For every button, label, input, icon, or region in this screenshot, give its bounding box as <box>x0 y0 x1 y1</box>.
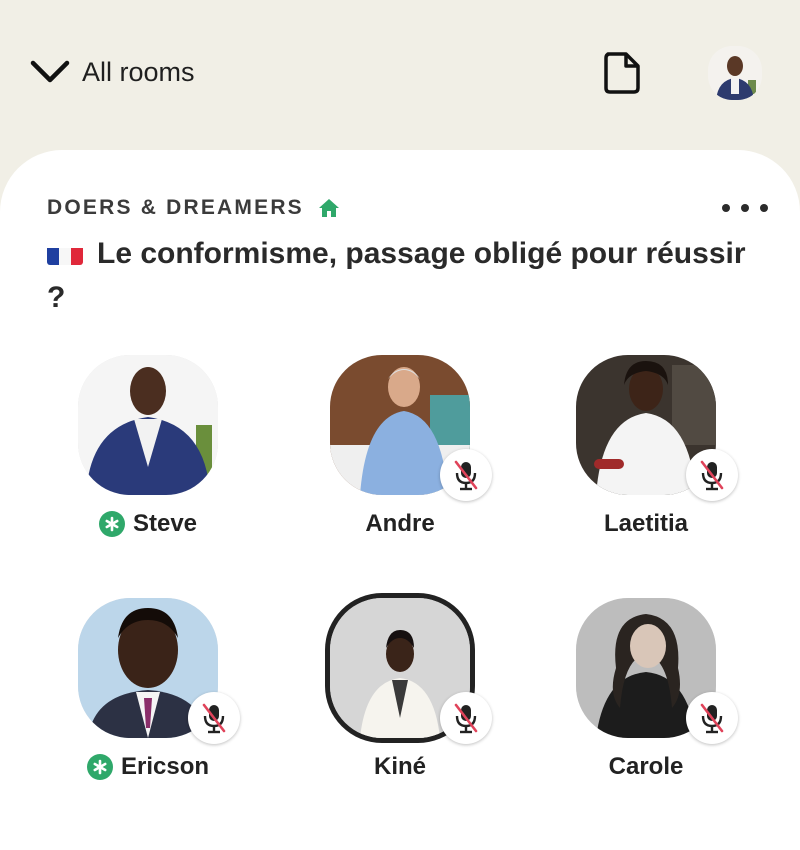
speaker-name: Ericson <box>48 753 248 781</box>
speaker-name: Laetitia <box>546 510 746 538</box>
speaker-andre[interactable]: Andre <box>300 355 500 575</box>
speaker-name: Carole <box>546 753 746 781</box>
chevron-down-icon <box>30 52 70 92</box>
club-header[interactable]: DOERS & DREAMERS <box>47 196 342 220</box>
speaker-laetitia[interactable]: Laetitia <box>546 355 746 575</box>
top-bar: All rooms <box>0 0 800 150</box>
muted-microphone-icon <box>440 692 492 744</box>
speaker-name-text: Laetitia <box>603 510 689 537</box>
speaker-avatar <box>78 355 218 495</box>
speaker-carole[interactable]: Carole <box>546 598 746 818</box>
more-dot <box>722 204 730 212</box>
speaker-kine[interactable]: Kiné <box>300 598 500 818</box>
room-title-text: Le conformisme, passage obligé pour réus… <box>47 237 746 314</box>
muted-microphone-icon <box>188 692 240 744</box>
avatar[interactable] <box>708 46 762 100</box>
speaker-steve[interactable]: Steve <box>48 355 248 575</box>
moderator-badge-icon <box>98 511 125 537</box>
room-title: Le conformisme, passage obligé pour réus… <box>47 232 747 320</box>
speaker-ericson[interactable]: Ericson <box>48 598 248 818</box>
speaker-name-text: Ericson <box>120 753 210 780</box>
muted-microphone-icon <box>686 692 738 744</box>
speaker-name: Andre <box>300 510 500 538</box>
speaker-name-text: Carole <box>608 753 684 780</box>
home-icon <box>318 197 342 219</box>
more-dot <box>741 204 749 212</box>
moderator-badge-icon <box>86 754 113 780</box>
club-name: DOERS & DREAMERS <box>47 196 304 219</box>
speaker-name-text: Kiné <box>373 753 426 780</box>
muted-microphone-icon <box>686 449 738 501</box>
speaker-name: Steve <box>48 510 248 538</box>
france-flag-icon <box>47 241 83 265</box>
muted-microphone-icon <box>440 449 492 501</box>
speaker-name-text: Andre <box>365 510 435 537</box>
document-icon[interactable] <box>600 50 644 96</box>
more-icon[interactable] <box>722 198 768 218</box>
speaker-name: Kiné <box>300 753 500 781</box>
more-dot <box>760 204 768 212</box>
all-rooms-label: All rooms <box>82 56 195 87</box>
speaker-name-text: Steve <box>132 510 198 537</box>
all-rooms-button[interactable]: All rooms <box>30 52 195 92</box>
